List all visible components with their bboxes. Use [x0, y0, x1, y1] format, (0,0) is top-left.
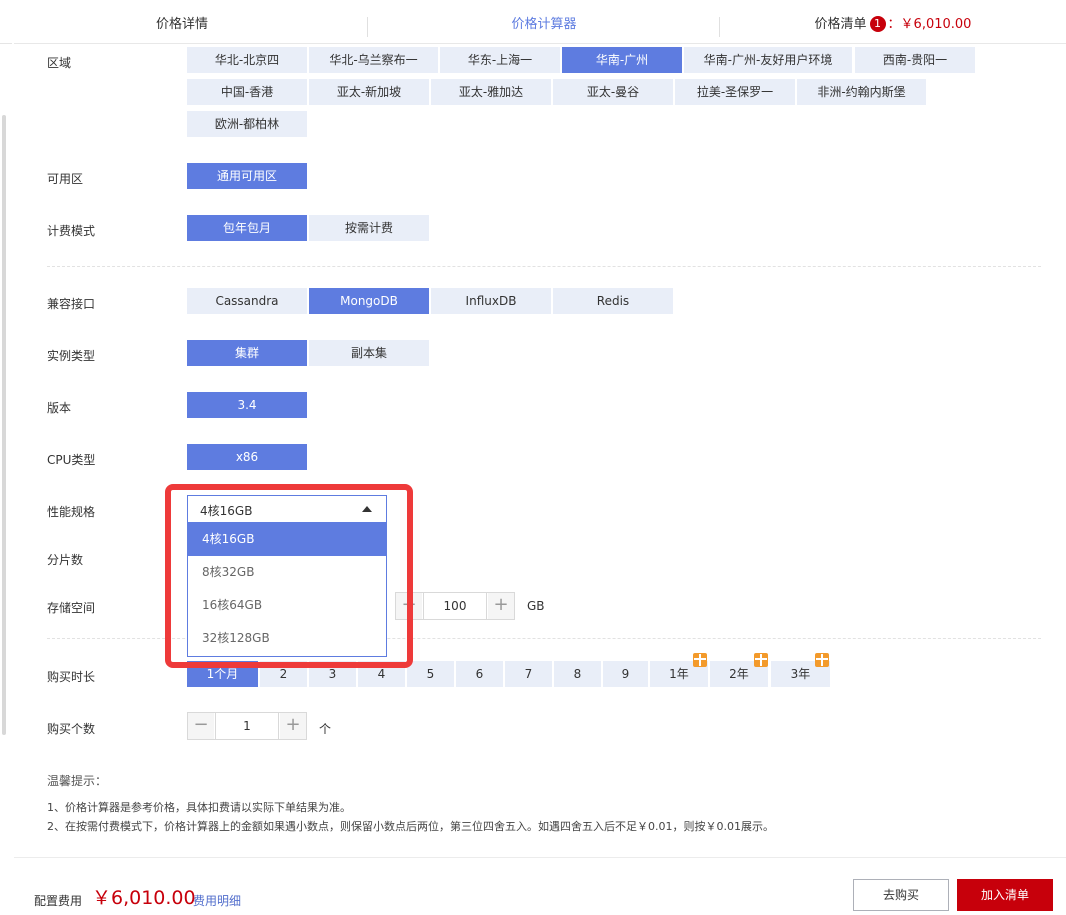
billing-option-yearly-monthly[interactable]: 包年包月 — [187, 215, 307, 241]
storage-stepper: − 100 + — [395, 592, 515, 620]
engine-option-redis[interactable]: Redis — [553, 288, 673, 314]
tip-line-2: 2、在按需付费模式下，价格计算器上的金额如果遇小数点，则保留小数点后两位，第三位… — [47, 820, 774, 833]
duration-option[interactable]: 5 — [407, 661, 454, 687]
cart-total-price: ：￥6,010.00 — [887, 17, 972, 32]
billing-label: 计费模式 — [47, 224, 96, 238]
region-option-selected[interactable]: 华南-广州 — [562, 47, 682, 73]
gift-icon — [754, 653, 768, 667]
tab-price-list[interactable]: 价格清单 1 ：￥6,010.00 — [720, 0, 1066, 44]
cpu-type-option[interactable]: x86 — [187, 444, 307, 470]
storage-increase-button[interactable]: + — [488, 593, 514, 619]
quantity-input[interactable]: 1 — [215, 713, 279, 739]
storage-label: 存储空间 — [47, 601, 96, 615]
duration-option[interactable]: 6 — [456, 661, 503, 687]
quantity-stepper: − 1 + — [187, 712, 307, 740]
duration-label: 购买时长 — [47, 670, 96, 684]
version-option[interactable]: 3.4 — [187, 392, 307, 418]
region-option[interactable]: 非洲-约翰内斯堡 — [797, 79, 926, 105]
cpu-type-label: CPU类型 — [47, 453, 96, 467]
highlight-frame — [165, 484, 413, 668]
region-option[interactable]: 西南-贵阳一 — [855, 47, 975, 73]
region-option[interactable]: 华东-上海一 — [440, 47, 560, 73]
gift-icon — [815, 653, 829, 667]
tips-title: 温馨提示： — [47, 774, 108, 788]
region-option[interactable]: 华北-北京四 — [187, 47, 307, 73]
quantity-decrease-button[interactable]: − — [188, 713, 214, 739]
scrollbar-thumb[interactable] — [2, 115, 6, 735]
engine-option-mongodb[interactable]: MongoDB — [309, 288, 429, 314]
section-divider — [47, 266, 1041, 267]
instance-type-option-replica-set[interactable]: 副本集 — [309, 340, 429, 366]
engine-option-influxdb[interactable]: InfluxDB — [431, 288, 551, 314]
duration-option[interactable]: 7 — [505, 661, 552, 687]
instance-type-label: 实例类型 — [47, 349, 96, 363]
az-label: 可用区 — [47, 172, 84, 186]
instance-type-option-cluster[interactable]: 集群 — [187, 340, 307, 366]
billing-option-on-demand[interactable]: 按需计费 — [309, 215, 429, 241]
tip-line-1: 1、价格计算器是参考价格，具体扣费请以实际下单结果为准。 — [47, 801, 351, 814]
region-label: 区域 — [47, 56, 72, 70]
region-option[interactable]: 亚太-新加坡 — [309, 79, 429, 105]
tab-price-calculator[interactable]: 价格计算器 — [368, 0, 720, 44]
az-option-general[interactable]: 通用可用区 — [187, 163, 307, 189]
engine-option-cassandra[interactable]: Cassandra — [187, 288, 307, 314]
buy-button[interactable]: 去购买 — [853, 879, 949, 911]
quantity-increase-button[interactable]: + — [280, 713, 306, 739]
region-option[interactable]: 亚太-曼谷 — [553, 79, 673, 105]
spec-label: 性能规格 — [47, 505, 96, 519]
region-option[interactable]: 中国-香港 — [187, 79, 307, 105]
duration-option[interactable]: 8 — [554, 661, 601, 687]
region-option[interactable]: 亚太-雅加达 — [431, 79, 551, 105]
duration-option[interactable]: 9 — [603, 661, 648, 687]
region-option[interactable]: 华北-乌兰察布一 — [309, 47, 438, 73]
fee-detail-link[interactable]: 费用明细 — [193, 892, 241, 909]
engine-label: 兼容接口 — [47, 297, 96, 311]
footer-bar: 配置费用 ￥6,010.00 费用明细 去购买 加入清单 — [14, 857, 1066, 915]
cart-count-badge: 1 — [869, 16, 886, 32]
shards-label: 分片数 — [47, 553, 84, 567]
storage-unit: GB — [527, 599, 545, 613]
left-scrollbar[interactable] — [0, 0, 14, 915]
fee-label: 配置费用 — [34, 894, 83, 908]
left-divider — [0, 43, 12, 44]
quantity-unit: 个 — [319, 722, 332, 736]
region-option[interactable]: 拉美-圣保罗一 — [675, 79, 795, 105]
add-to-list-button[interactable]: 加入清单 — [957, 879, 1053, 911]
gift-icon — [693, 653, 707, 667]
tab-price-details[interactable]: 价格详情 — [14, 0, 350, 44]
quantity-label: 购买个数 — [47, 722, 96, 736]
tab-price-list-label: 价格清单 — [814, 17, 867, 32]
storage-input[interactable]: 100 — [423, 593, 487, 619]
region-option[interactable]: 华南-广州-友好用户环境 — [684, 47, 852, 73]
top-tabs: 价格详情 价格计算器 价格清单 1 ：￥6,010.00 — [14, 0, 1066, 44]
version-label: 版本 — [47, 401, 72, 415]
region-option[interactable]: 欧洲-都柏林 — [187, 111, 307, 137]
fee-value: ￥6,010.00 — [92, 887, 196, 909]
